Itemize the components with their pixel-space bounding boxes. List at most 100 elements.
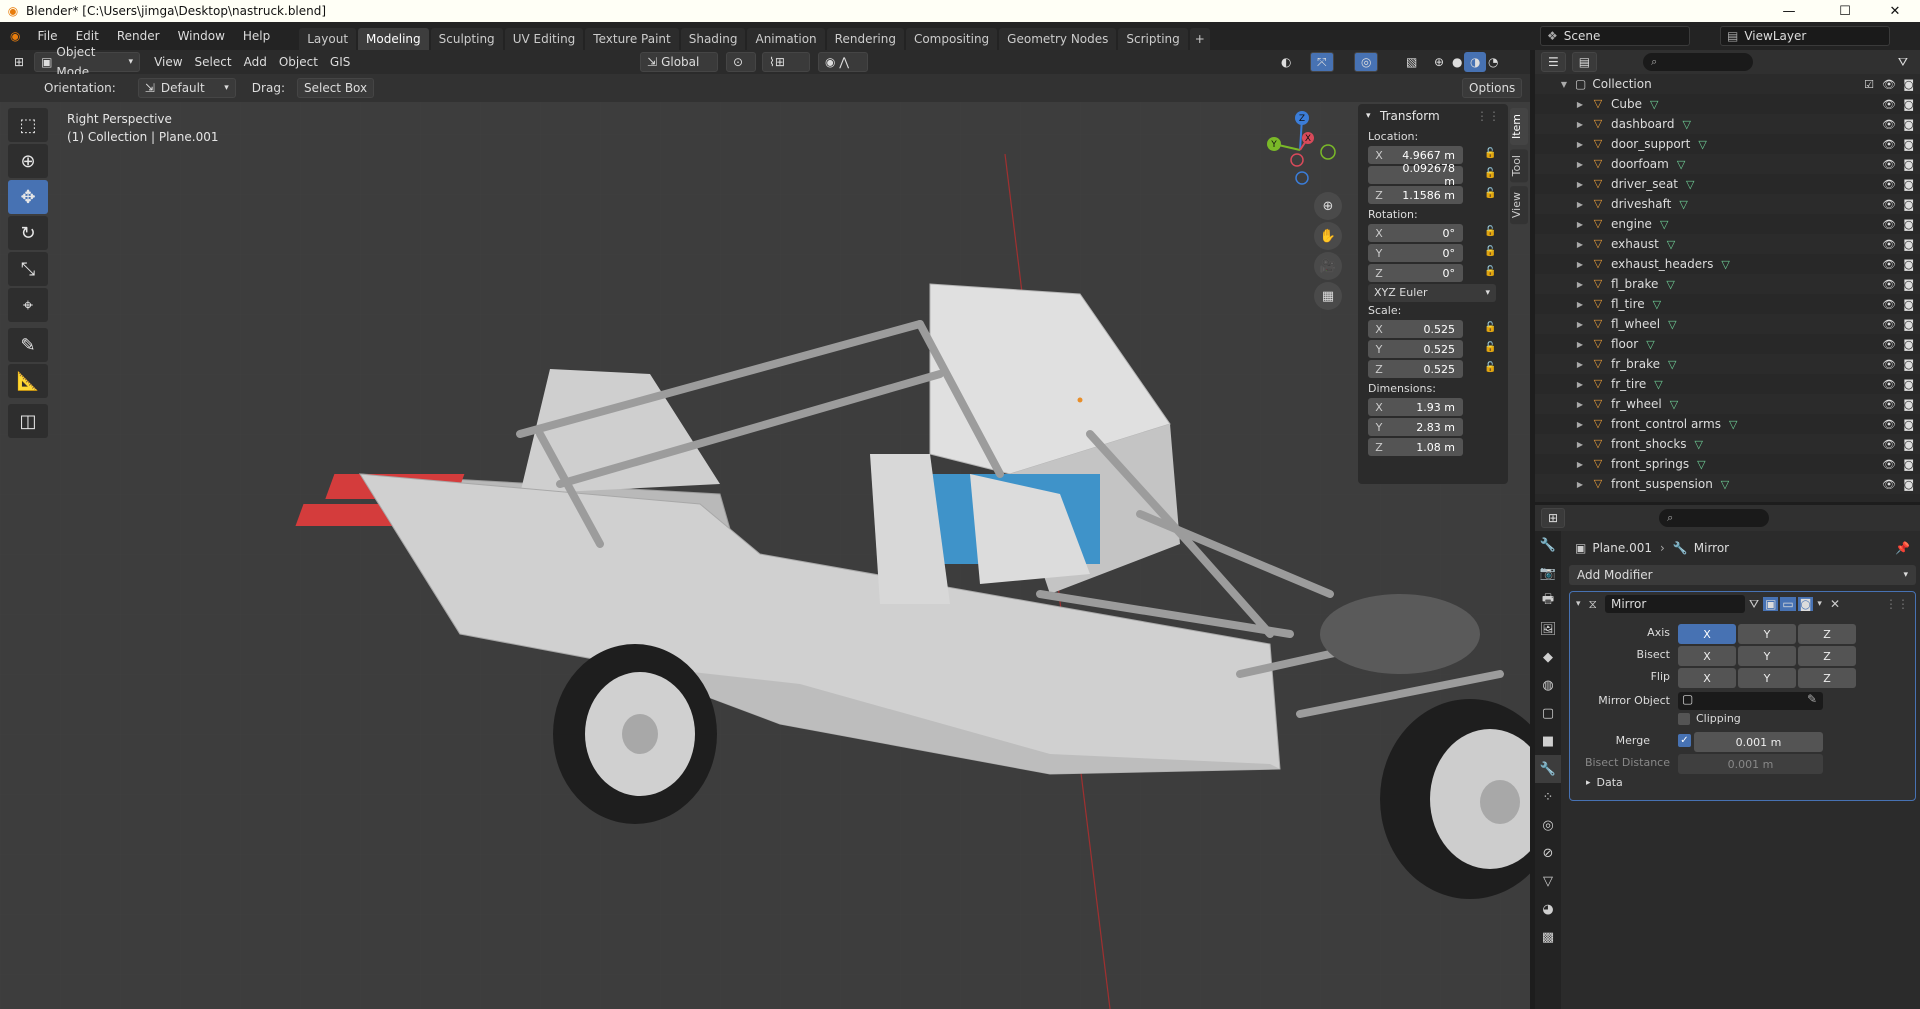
camera-icon[interactable]: ◙ [1903,218,1914,231]
outliner-item[interactable]: ▶ ▽ exhaust_headers ▽ 👁 ◙ [1535,254,1920,274]
eye-icon[interactable]: 👁 [1882,258,1896,271]
viewport-toggle-icon[interactable]: ▭ [1780,597,1796,611]
collection-tab-icon[interactable]: ▢ [1535,699,1561,727]
add-modifier-dropdown[interactable]: Add Modifier ▾ [1569,565,1916,585]
outliner-item[interactable]: ▶ ▽ fl_wheel ▽ 👁 ◙ [1535,314,1920,334]
bisect-distance-field[interactable]: 0.001 m [1678,754,1823,774]
expand-icon[interactable]: ▶ [1575,140,1585,149]
menu-add[interactable]: Add [238,52,273,72]
object-tab-icon[interactable]: ■ [1535,727,1561,755]
camera-icon[interactable]: ◙ [1903,198,1914,211]
remove-modifier-icon[interactable]: ✕ [1830,597,1840,611]
workspace-tab-uv-editing[interactable]: UV Editing [504,28,584,50]
lock-icon[interactable]: 🔓 [1484,226,1498,240]
eye-icon[interactable]: 👁 [1882,458,1896,471]
camera-icon[interactable]: ◙ [1903,258,1914,271]
rendered-shading-icon[interactable]: ◔ [1482,52,1504,72]
scene-selector[interactable]: ❖ Scene [1540,26,1690,46]
pivot-point-icon[interactable]: ⊙ [726,52,756,72]
expand-icon[interactable]: ▶ [1575,320,1585,329]
drag-handle-icon[interactable]: ⋮⋮ [1885,597,1909,611]
edit-mode-toggle-icon[interactable]: ⛛ [1749,597,1759,612]
cursor-tool-icon[interactable]: ⊕ [8,144,48,178]
expand-icon[interactable]: ▶ [1575,120,1585,129]
expand-icon[interactable]: ▶ [1575,260,1585,269]
outliner-item[interactable]: ▶ ▽ driver_seat ▽ 👁 ◙ [1535,174,1920,194]
select-box-tool-icon[interactable]: ⬚ [8,108,48,142]
bisect-z-button[interactable]: Z [1798,646,1856,666]
outliner-item[interactable]: ▶ ▽ fl_tire ▽ 👁 ◙ [1535,294,1920,314]
zoom-icon[interactable]: ⊕ [1314,192,1342,220]
eye-icon[interactable]: 👁 [1882,118,1896,131]
outliner-item[interactable]: ▶ ▽ floor ▽ 👁 ◙ [1535,334,1920,354]
data-tab-icon[interactable]: ▽ [1535,867,1561,895]
camera-icon[interactable]: ◙ [1903,458,1914,471]
merge-checkbox[interactable]: ✓ [1678,734,1691,747]
view-layer-selector[interactable]: ▤ ViewLayer [1720,26,1890,46]
blender-menu-icon[interactable]: ◉ [0,22,28,50]
physics-tab-icon[interactable]: ◎ [1535,811,1561,839]
expand-icon[interactable]: ▶ [1575,220,1585,229]
menu-view[interactable]: View [148,52,188,72]
outliner-item[interactable]: ▶ ▽ exhaust ▽ 👁 ◙ [1535,234,1920,254]
outliner-item[interactable]: ▶ ▽ doorfoam ▽ 👁 ◙ [1535,154,1920,174]
modifier-name-input[interactable]: Mirror [1604,595,1745,613]
proportional-edit-icon[interactable]: ◉ ⋀ [818,52,868,72]
location-field[interactable]: Z 1.1586 m 🔓 [1368,186,1496,204]
workspace-tab-scripting[interactable]: Scripting [1118,28,1188,50]
outliner-item[interactable]: ▶ ▽ front_shocks ▽ 👁 ◙ [1535,434,1920,454]
camera-icon[interactable]: ◙ [1903,118,1914,131]
axis-y-button[interactable]: Y [1738,624,1796,644]
eye-icon[interactable]: 👁 [1882,358,1896,371]
scene-tab-icon[interactable]: ◆ [1535,643,1561,671]
camera-icon[interactable]: ◙ [1903,338,1914,351]
eye-icon[interactable]: 👁 [1882,78,1896,91]
camera-icon[interactable]: ◙ [1903,158,1914,171]
workspace-tab-compositing[interactable]: Compositing [905,28,998,50]
render-tab-icon[interactable]: 📷 [1535,559,1561,587]
collection-checkbox[interactable]: ☑ [1864,78,1874,91]
menu-gis[interactable]: GIS [324,52,356,72]
eye-icon[interactable]: 👁 [1882,238,1896,251]
eye-icon[interactable]: 👁 [1882,398,1896,411]
dimensions-field[interactable]: Y 2.83 m [1368,418,1463,436]
eye-icon[interactable]: 👁 [1882,178,1896,191]
properties-editor-icon[interactable]: ⊞ [1541,508,1566,528]
properties-search-input[interactable]: ⌕ [1659,509,1770,527]
expand-icon[interactable]: ▶ [1575,240,1585,249]
display-mode-icon[interactable]: ▤ [1571,52,1598,72]
cage-toggle-icon[interactable]: ▣ [1763,597,1779,611]
outliner-search-input[interactable]: ⌕ [1643,53,1754,71]
camera-icon[interactable]: ◙ [1903,98,1914,111]
expand-icon[interactable]: ▶ [1575,380,1585,389]
rotate-tool-icon[interactable]: ↻ [8,216,48,250]
outliner-item[interactable]: ▶ ▽ front_springs ▽ 👁 ◙ [1535,454,1920,474]
expand-icon[interactable]: ▶ [1575,180,1585,189]
collection-row[interactable]: ▼ ▢ Collection ☑ 👁 ◙ [1535,74,1920,94]
outliner-item[interactable]: ▶ ▽ dashboard ▽ 👁 ◙ [1535,114,1920,134]
pin-icon[interactable]: 📌 [1895,541,1910,555]
view-layer-tab-icon[interactable]: 🖼 [1535,615,1561,643]
lock-icon[interactable]: 🔓 [1484,266,1498,280]
camera-icon[interactable]: ◙ [1903,78,1914,91]
mode-dropdown[interactable]: ▣ Object Mode ▾ [34,45,141,79]
expand-icon[interactable]: ▶ [1575,480,1585,489]
lock-icon[interactable]: 🔓 [1484,168,1498,182]
eye-icon[interactable]: 👁 [1882,98,1896,111]
transform-header[interactable]: ▾ Transform ⋮⋮ [1358,104,1508,128]
eye-icon[interactable]: 👁 [1882,478,1896,491]
output-tab-icon[interactable]: 🖶 [1535,587,1561,615]
options-dropdown[interactable]: Options [1462,78,1523,98]
menu-object[interactable]: Object [273,52,324,72]
expand-icon[interactable]: ▶ [1575,360,1585,369]
move-tool-icon[interactable]: ✥ [8,180,48,214]
measure-tool-icon[interactable]: 📐 [8,364,48,398]
camera-icon[interactable]: ◙ [1903,358,1914,371]
rotation-mode-dropdown[interactable]: XYZ Euler ▾ [1368,284,1496,302]
workspace-tab-shading[interactable]: Shading [680,28,746,50]
add-cube-tool-icon[interactable]: ◫ [8,404,48,438]
tab-item[interactable]: Item [1510,108,1528,146]
expand-icon[interactable]: ▶ [1575,420,1585,429]
workspace-tab-layout[interactable]: Layout [299,28,357,50]
dimensions-field[interactable]: X 1.93 m [1368,398,1463,416]
